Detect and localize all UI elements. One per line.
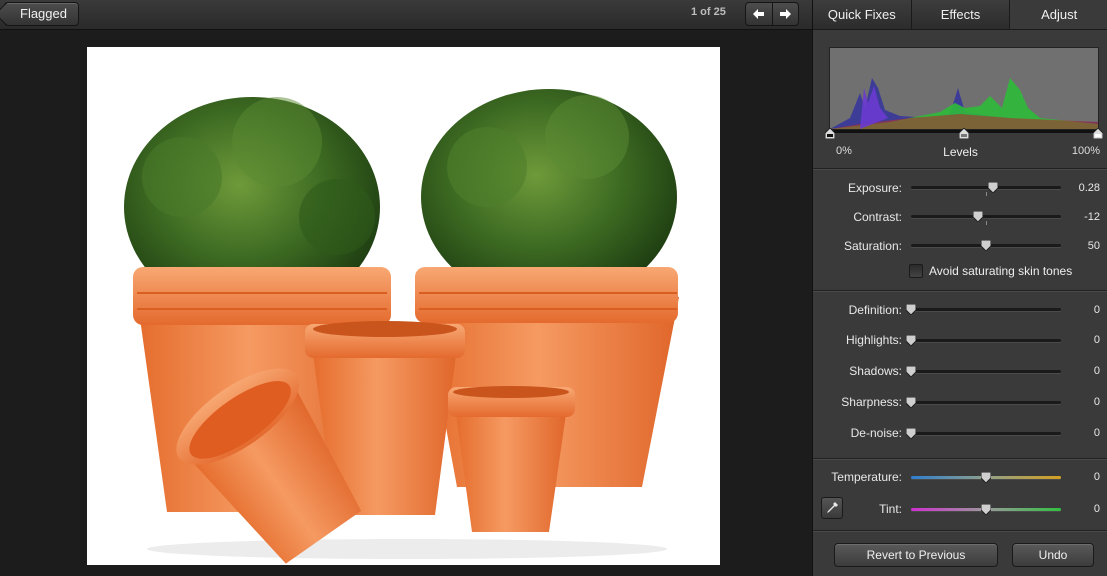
levels-max-label: 100% [1071,145,1100,157]
definition-label: Definition: [848,303,902,317]
exposure-slider[interactable] [911,186,1061,189]
saturation-value: 50 [1087,240,1100,252]
back-button[interactable]: Flagged [4,2,79,26]
definition-slider-thumb[interactable] [906,304,916,315]
saturation-slider-thumb[interactable] [981,240,991,251]
highlights-slider-thumb[interactable] [906,335,916,346]
exposure-label: Exposure: [847,181,902,195]
denoise-slider[interactable] [911,432,1061,435]
temperature-value: 0 [1093,471,1100,483]
divider [813,458,1107,460]
divider [813,530,1107,532]
divider [813,290,1107,292]
exposure-value: 0.28 [1078,182,1100,194]
exposure-slider-thumb[interactable] [988,182,998,193]
denoise-value: 0 [1093,427,1100,439]
shadows-value: 0 [1093,365,1100,377]
sharpness-value: 0 [1093,396,1100,408]
definition-value: 0 [1093,304,1100,316]
highlights-slider[interactable] [911,339,1061,342]
levels-midpoint-handle[interactable] [959,128,969,139]
next-photo-button[interactable] [771,3,799,25]
contrast-slider-thumb[interactable] [973,211,983,222]
histogram [829,47,1099,130]
sharpness-slider[interactable] [911,401,1061,404]
adjust-panel: Quick Fixes Effects Adjust 0% Levels 100… [812,0,1107,576]
previous-photo-button[interactable] [746,3,772,25]
arrow-right-icon [779,9,791,19]
sharpness-slider-thumb[interactable] [906,397,916,408]
contrast-value: -12 [1084,211,1100,223]
tint-label: Tint: [879,502,902,516]
shadows-slider[interactable] [911,370,1061,373]
tint-slider-thumb[interactable] [981,504,991,515]
denoise-slider-thumb[interactable] [906,428,916,439]
temperature-label: Temperature: [831,470,902,484]
tab-adjust[interactable]: Adjust [1010,0,1107,29]
temperature-slider-thumb[interactable] [981,472,991,483]
photo-canvas[interactable] [87,47,720,565]
levels-black-point-handle[interactable] [825,128,835,139]
revert-to-previous-button[interactable]: Revert to Previous [834,543,998,567]
photo-counter: 1 of 25 [691,6,726,18]
exposure-default-tick [986,192,987,196]
photo-image [124,89,679,564]
saturation-label: Saturation: [843,239,902,253]
denoise-label: De-noise: [850,426,902,440]
skin-tones-label: Avoid saturating skin tones [929,264,1073,278]
tab-effects[interactable]: Effects [911,0,1011,29]
shadows-slider-thumb[interactable] [906,366,916,377]
levels-white-point-handle[interactable] [1093,128,1103,139]
contrast-slider[interactable] [911,215,1061,218]
toolbar: Flagged 1 of 25 [0,0,812,30]
levels-label: Levels [943,145,978,159]
photo-navigation [745,2,799,26]
contrast-label: Contrast: [853,210,902,224]
divider [813,168,1107,170]
tab-quick-fixes[interactable]: Quick Fixes [813,0,912,29]
panel-tabs: Quick Fixes Effects Adjust [813,0,1107,30]
tint-value: 0 [1093,503,1100,515]
arrow-left-icon [753,9,765,19]
contrast-default-tick [986,221,987,225]
histogram-graph [830,78,1098,129]
definition-slider[interactable] [911,308,1061,311]
highlights-value: 0 [1093,334,1100,346]
back-button-label: Flagged [20,6,67,21]
undo-button[interactable]: Undo [1012,543,1094,567]
highlights-label: Highlights: [845,333,902,347]
shadows-label: Shadows: [849,364,902,378]
sharpness-label: Sharpness: [841,395,902,409]
skin-tones-checkbox[interactable] [909,264,923,278]
